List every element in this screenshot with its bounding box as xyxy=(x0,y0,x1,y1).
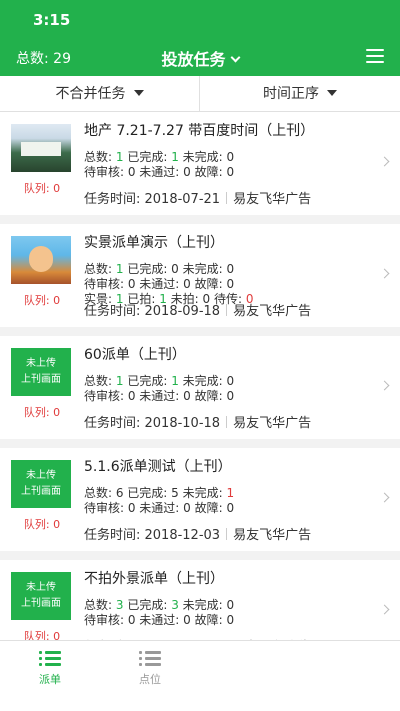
stat-segment: 总数: 6 已完成: 5 未完成: xyxy=(84,486,227,500)
badge-text: 上刊画面 xyxy=(21,486,61,497)
stat-segment: 总数: xyxy=(84,150,116,164)
stat-segment: 1 xyxy=(171,150,179,164)
chevron-right-icon xyxy=(379,380,390,391)
task-card[interactable]: 未上传上刊画面队列: 0 不拍外景派单（上刊） 总数: 3 已完成: 3 未完成: … xyxy=(0,560,400,640)
page-title-dropdown[interactable]: 投放任务 xyxy=(0,46,400,70)
task-card[interactable]: 未上传上刊画面队列: 0 60派单（上刊） 总数: 1 已完成: 1 未完成: 0待… xyxy=(0,336,400,439)
task-company: 易友飞华广告 xyxy=(233,416,312,431)
stat-segment: 1 xyxy=(115,262,124,276)
menu-icon[interactable] xyxy=(366,49,384,63)
stat-segment: 3 xyxy=(171,598,179,612)
top-bar: 3:15 总数: 29 投放任务 xyxy=(0,0,400,76)
queue-count: 队列: 0 xyxy=(23,182,61,195)
task-meta: 任务时间: 2018-09-18 易友飞华广告 xyxy=(84,300,311,319)
stat-segment: 未完成: 0 xyxy=(178,150,235,164)
chevron-down-icon xyxy=(230,52,240,63)
chevron-right-icon xyxy=(379,492,390,503)
fade-overlay xyxy=(190,641,400,711)
task-title: 60派单（上刊） xyxy=(84,347,186,363)
stat-segment: 总数: xyxy=(84,262,116,276)
badge-text: 上刊画面 xyxy=(21,598,61,609)
task-stats-line: 待审核: 0 未通过: 0 故障: 0 xyxy=(84,163,234,180)
checklist-icon xyxy=(39,649,61,667)
status-time: 3:15 xyxy=(33,11,71,29)
task-stats-line: 待审核: 0 未通过: 0 故障: 0 xyxy=(84,387,234,404)
stat-segment: 已完成: xyxy=(123,598,172,612)
list-icon xyxy=(139,649,161,667)
queue-count: 队列: 0 xyxy=(23,630,61,640)
badge-text: 上刊画面 xyxy=(21,374,61,385)
chevron-right-icon xyxy=(379,604,390,615)
task-company: 易友飞华广告 xyxy=(233,528,312,543)
stat-segment: 3 xyxy=(115,598,124,612)
merge-filter[interactable]: 不合并任务 xyxy=(0,76,200,112)
divider xyxy=(226,304,228,316)
task-company: 易友飞华广告 xyxy=(233,304,312,319)
merge-filter-label: 不合并任务 xyxy=(55,86,126,102)
stat-segment: 未完成: 0 xyxy=(178,598,235,612)
not-uploaded-badge: 未上传 上刊画面 xyxy=(11,460,71,508)
stat-segment: 待审核: 0 未通过: 0 故障: 0 xyxy=(84,613,235,627)
stat-segment: 待审核: 0 未通过: 0 故障: 0 xyxy=(84,389,235,403)
task-stats-line: 待审核: 0 未通过: 0 故障: 0 xyxy=(84,611,234,628)
stat-segment: 已完成: xyxy=(123,374,172,388)
queue-count: 队列: 0 xyxy=(23,294,61,307)
queue-count: 队列: 0 xyxy=(23,518,61,531)
stat-segment: 总数: xyxy=(84,598,116,612)
tab-points-label: 点位 xyxy=(139,673,161,686)
stat-segment: 1 xyxy=(115,150,124,164)
task-company: 易友飞华广告 xyxy=(233,192,312,207)
divider xyxy=(226,416,228,428)
task-thumbnail xyxy=(11,124,71,172)
stat-segment: 总数: xyxy=(84,374,116,388)
task-title: 地产 7.21-7.27 带百度时间（上刊） xyxy=(84,123,315,139)
task-card[interactable]: 队列: 0 地产 7.21-7.27 带百度时间（上刊） 总数: 1 已完成: 1 … xyxy=(0,112,400,215)
tab-bar: 派单 点位 xyxy=(0,640,400,711)
stat-segment: 1 xyxy=(226,486,235,500)
not-uploaded-badge: 未上传 上刊画面 xyxy=(11,572,71,620)
task-list: 队列: 0 地产 7.21-7.27 带百度时间（上刊） 总数: 1 已完成: 1 … xyxy=(0,112,400,640)
task-card[interactable]: 队列: 0 实景派单演示（上刊） 总数: 1 已完成: 0 未完成: 0 待审核: 0… xyxy=(0,224,400,327)
divider xyxy=(226,192,228,204)
stat-segment: 待审核: 0 未通过: 0 故障: 0 xyxy=(84,277,235,291)
tab-dispatch[interactable]: 派单 xyxy=(10,649,90,687)
chevron-right-icon xyxy=(379,268,390,279)
queue-count: 队列: 0 xyxy=(23,406,61,419)
stat-segment: 已完成: 0 未完成: 0 xyxy=(123,262,235,276)
tab-dispatch-label: 派单 xyxy=(39,673,61,686)
caret-down-icon xyxy=(327,90,337,96)
task-time: 任务时间: 2018-09-18 xyxy=(84,304,221,319)
task-time: 任务时间: 2018-07-21 xyxy=(84,192,221,207)
sort-filter[interactable]: 时间正序 xyxy=(200,76,400,112)
page-title: 投放任务 xyxy=(161,50,226,69)
task-time: 任务时间: 2018-12-03 xyxy=(84,528,221,543)
task-title: 5.1.6派单测试（上刊） xyxy=(84,459,232,475)
task-time: 任务时间: 2018-10-18 xyxy=(84,416,221,431)
task-meta: 任务时间: 2018-10-18 易友飞华广告 xyxy=(84,412,311,431)
stat-segment: 1 xyxy=(171,374,179,388)
tab-points[interactable]: 点位 xyxy=(110,649,190,687)
filter-bar: 不合并任务 时间正序 xyxy=(0,76,400,112)
stat-segment: 已完成: xyxy=(123,150,172,164)
task-title: 不拍外景派单（上刊） xyxy=(84,571,224,587)
stat-segment: 待审核: 0 未通过: 0 故障: 0 xyxy=(84,165,235,179)
task-stats-line: 待审核: 0 未通过: 0 故障: 0 xyxy=(84,499,234,516)
caret-down-icon xyxy=(133,90,144,96)
stat-segment: 1 xyxy=(115,374,124,388)
badge-text: 未上传 xyxy=(26,470,56,481)
task-title: 实景派单演示（上刊） xyxy=(84,235,224,251)
stat-segment: 未完成: 0 xyxy=(178,374,235,388)
chevron-right-icon xyxy=(379,156,390,167)
badge-text: 未上传 xyxy=(26,358,56,369)
task-meta: 任务时间: 2018-07-21 易友飞华广告 xyxy=(84,188,311,207)
stat-segment: 待审核: 0 未通过: 0 故障: 0 xyxy=(84,501,235,515)
task-card[interactable]: 未上传上刊画面队列: 0 5.1.6派单测试（上刊） 总数: 6 已完成: 5 未完… xyxy=(0,448,400,551)
task-thumbnail xyxy=(11,236,71,284)
not-uploaded-badge: 未上传 上刊画面 xyxy=(11,348,71,396)
task-meta: 任务时间: 2018-12-03 易友飞华广告 xyxy=(84,524,311,543)
badge-text: 未上传 xyxy=(26,582,56,593)
divider xyxy=(226,528,228,540)
sort-filter-label: 时间正序 xyxy=(263,86,319,102)
